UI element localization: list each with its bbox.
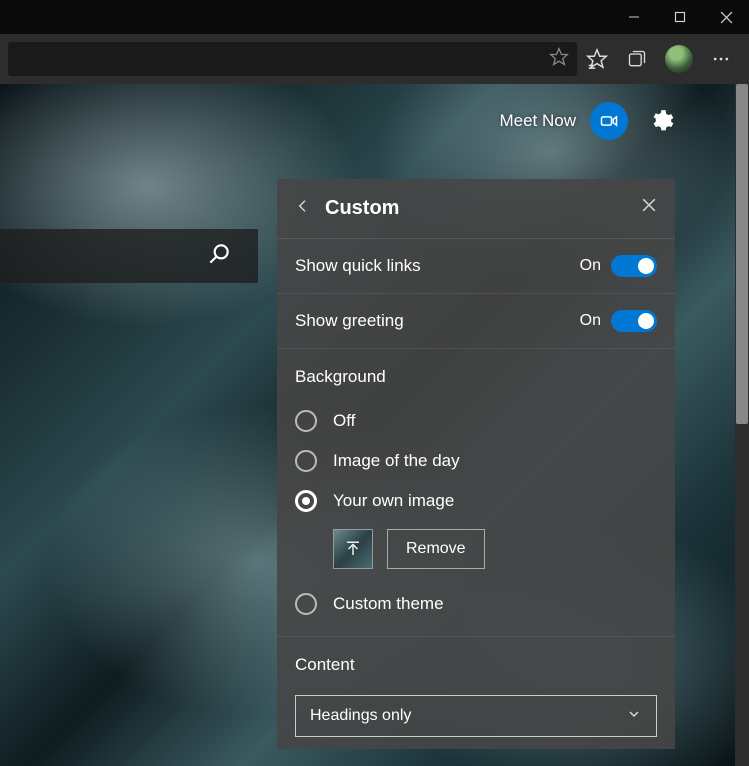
close-panel-icon[interactable] [635, 191, 663, 219]
greeting-state: On [580, 312, 601, 330]
new-tab-page: Meet Now Custom Show quick links On [0, 84, 735, 766]
bg-off-label: Off [333, 411, 355, 431]
page-scrollbar[interactable] [735, 84, 749, 766]
content-dropdown[interactable]: Headings only [295, 695, 657, 737]
address-bar[interactable] [8, 42, 577, 76]
panel-header: Custom [277, 179, 675, 239]
bg-option-custom-theme[interactable]: Custom theme [277, 577, 675, 624]
more-menu-icon[interactable] [701, 39, 741, 79]
maximize-button[interactable] [657, 0, 703, 34]
content-selected: Headings only [310, 707, 411, 725]
back-icon[interactable] [295, 198, 311, 219]
remove-label: Remove [406, 540, 466, 558]
favorites-list-icon[interactable] [577, 39, 617, 79]
radio-icon [295, 410, 317, 432]
remove-image-button[interactable]: Remove [387, 529, 485, 569]
minimize-button[interactable] [611, 0, 657, 34]
bg-option-off[interactable]: Off [277, 401, 675, 441]
bg-custom-theme-label: Custom theme [333, 594, 444, 614]
page-settings-button[interactable] [642, 102, 680, 140]
bg-iod-label: Image of the day [333, 451, 460, 471]
radio-icon-selected [295, 490, 317, 512]
favorite-star-icon[interactable] [549, 47, 569, 72]
search-icon [206, 241, 232, 272]
image-thumbnail[interactable] [333, 529, 373, 569]
bg-own-label: Your own image [333, 491, 454, 511]
page-top-actions: Meet Now [499, 102, 680, 140]
close-window-button[interactable] [703, 0, 749, 34]
custom-settings-panel: Custom Show quick links On Show greeting… [277, 179, 675, 749]
meet-now-label[interactable]: Meet Now [499, 111, 576, 131]
panel-title: Custom [325, 197, 399, 220]
meet-now-button[interactable] [590, 102, 628, 140]
quick-links-row: Show quick links On [277, 239, 675, 294]
own-image-controls: Remove [277, 521, 675, 577]
radio-icon [295, 593, 317, 615]
greeting-toggle[interactable] [611, 310, 657, 332]
window-titlebar [0, 0, 749, 34]
collections-icon[interactable] [617, 39, 657, 79]
bg-option-own-image[interactable]: Your own image [277, 481, 675, 521]
bg-option-image-of-day[interactable]: Image of the day [277, 441, 675, 481]
background-section-title: Background [277, 349, 675, 401]
browser-toolbar [0, 34, 749, 84]
quick-links-label: Show quick links [295, 256, 421, 276]
chevron-down-icon [626, 706, 642, 727]
greeting-row: Show greeting On [277, 294, 675, 349]
quick-links-state: On [580, 257, 601, 275]
profile-avatar[interactable] [665, 45, 693, 73]
scrollbar-thumb[interactable] [736, 84, 748, 424]
content-section-title: Content [277, 637, 675, 689]
quick-links-toggle[interactable] [611, 255, 657, 277]
greeting-label: Show greeting [295, 311, 404, 331]
search-box[interactable] [0, 229, 258, 283]
radio-icon [295, 450, 317, 472]
